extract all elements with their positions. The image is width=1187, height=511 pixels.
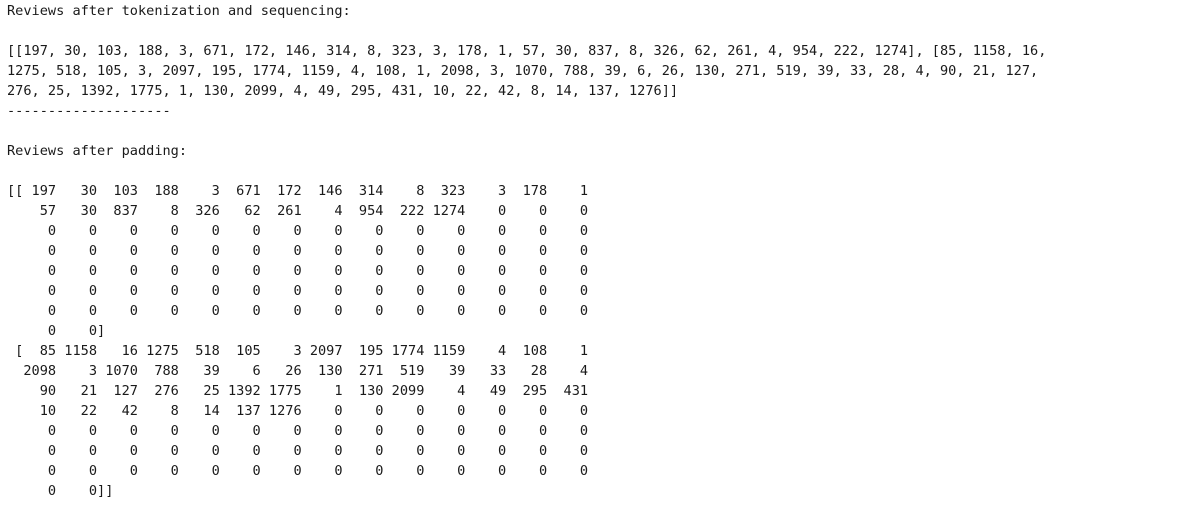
padded-line: 0 0 0 0 0 0 0 0 0 0 0 0 0 0: [7, 223, 589, 239]
padded-line: 0 0 0 0 0 0 0 0 0 0 0 0 0 0: [7, 243, 589, 259]
padded-line: 0 0]: [7, 323, 106, 339]
sequences-line: 276, 25, 1392, 1775, 1, 130, 2099, 4, 49…: [7, 83, 679, 99]
padded-line: 57 30 837 8 326 62 261 4 954 222 1274 0 …: [7, 203, 589, 219]
sequences-line: [[197, 30, 103, 188, 3, 671, 172, 146, 3…: [7, 43, 1047, 59]
heading-padding: Reviews after padding:: [7, 143, 188, 159]
padded-line: 10 22 42 8 14 137 1276 0 0 0 0 0 0 0: [7, 403, 589, 419]
separator-line: --------------------: [7, 103, 171, 119]
sequences-block: [[197, 30, 103, 188, 3, 671, 172, 146, 3…: [7, 41, 1182, 101]
heading-sequences: Reviews after tokenization and sequencin…: [7, 3, 351, 19]
sequences-line: 1275, 518, 105, 3, 2097, 195, 1774, 1159…: [7, 63, 1039, 79]
padded-line: 0 0]]: [7, 483, 114, 499]
padded-line: 0 0 0 0 0 0 0 0 0 0 0 0 0 0: [7, 463, 589, 479]
notebook-output-cell: Reviews after tokenization and sequencin…: [7, 1, 1182, 501]
padded-line: 0 0 0 0 0 0 0 0 0 0 0 0 0 0: [7, 303, 589, 319]
padded-array-block: [[ 197 30 103 188 3 671 172 146 314 8 32…: [7, 181, 1182, 501]
padded-line: 0 0 0 0 0 0 0 0 0 0 0 0 0 0: [7, 283, 589, 299]
padded-line: 0 0 0 0 0 0 0 0 0 0 0 0 0 0: [7, 443, 589, 459]
padded-line: 90 21 127 276 25 1392 1775 1 130 2099 4 …: [7, 383, 589, 399]
padded-line: 2098 3 1070 788 39 6 26 130 271 519 39 3…: [7, 363, 589, 379]
padded-line: 0 0 0 0 0 0 0 0 0 0 0 0 0 0: [7, 263, 589, 279]
padded-line: 0 0 0 0 0 0 0 0 0 0 0 0 0 0: [7, 423, 589, 439]
padded-line: [ 85 1158 16 1275 518 105 3 2097 195 177…: [7, 343, 589, 359]
padded-line: [[ 197 30 103 188 3 671 172 146 314 8 32…: [7, 183, 589, 199]
